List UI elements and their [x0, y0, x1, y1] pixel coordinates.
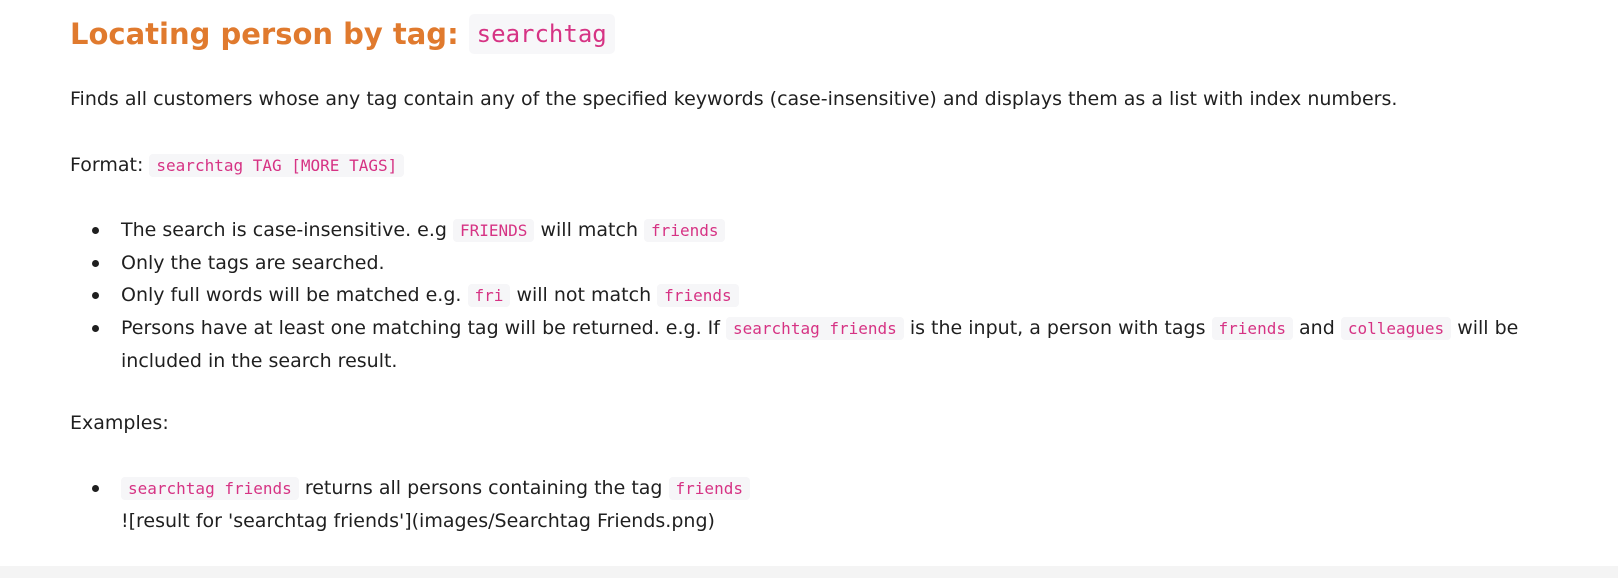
list-item: Persons have at least one matching tag w…: [70, 312, 1558, 377]
inline-code: FRIENDS: [453, 219, 535, 242]
rules-list: The search is case-insensitive. e.g FRIE…: [70, 214, 1558, 377]
list-item: Only the tags are searched.: [70, 247, 1558, 279]
examples-list: searchtag friends returns all persons co…: [70, 472, 1558, 537]
inline-code: friends: [1211, 317, 1293, 340]
inline-code: searchtag friends: [121, 477, 299, 500]
format-code: searchtag TAG [MORE TAGS]: [149, 154, 405, 177]
page-bottom-edge: [0, 566, 1618, 578]
list-item: Only full words will be matched e.g. fri…: [70, 279, 1558, 312]
inline-code: friends: [644, 219, 726, 242]
inline-code: friends: [668, 477, 750, 500]
heading-command-code: searchtag: [468, 14, 615, 54]
inline-code: friends: [657, 284, 739, 307]
section-heading: Locating person by tag: searchtag: [70, 14, 615, 54]
rule-text: will not match: [516, 284, 652, 306]
description-paragraph: Finds all customers whose any tag contai…: [70, 88, 1398, 110]
examples-label: Examples:: [70, 412, 169, 434]
rule-text: The search is case-insensitive. e.g: [121, 219, 447, 241]
rule-text: will match: [540, 219, 638, 241]
inline-code: colleagues: [1340, 317, 1452, 340]
inline-code: searchtag friends: [726, 317, 904, 340]
inline-code: fri: [467, 284, 511, 307]
list-item: The search is case-insensitive. e.g FRIE…: [70, 214, 1558, 247]
rule-text: and: [1299, 317, 1335, 339]
heading-text: Locating person by tag:: [70, 17, 459, 51]
format-label: Format:: [70, 154, 144, 176]
rule-text: Only full words will be matched e.g.: [121, 284, 462, 306]
image-markdown-text: ![result for 'searchtag friends'](images…: [121, 510, 715, 532]
rule-text: Persons have at least one matching tag w…: [121, 317, 720, 339]
list-item: searchtag friends returns all persons co…: [70, 472, 1558, 537]
example-text: returns all persons containing the tag: [304, 477, 663, 499]
rule-text: is the input, a person with tags: [909, 317, 1206, 339]
rule-text: Only the tags are searched.: [121, 252, 385, 274]
format-paragraph: Format: searchtag TAG [MORE TAGS]: [70, 152, 405, 179]
